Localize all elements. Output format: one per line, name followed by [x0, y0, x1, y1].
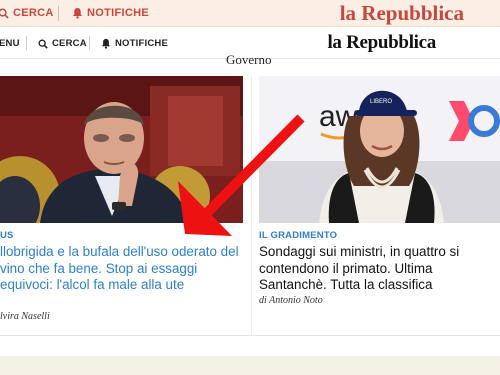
menu-button[interactable]: ENU — [0, 38, 20, 49]
search-icon — [38, 39, 48, 49]
divider — [58, 6, 59, 21]
article-author-right[interactable]: di Antonio Noto — [259, 295, 323, 306]
article-image-left[interactable] — [0, 76, 243, 223]
divider — [89, 36, 90, 50]
article-author-left[interactable]: lvira Naselli — [0, 311, 50, 322]
cap-text: LIBERO — [370, 99, 392, 105]
notifications-button[interactable]: NOTIFICHE — [101, 38, 168, 49]
article-image-right[interactable]: aws LIBERO — [259, 76, 500, 223]
ghost-search-button[interactable]: CERCA — [0, 7, 54, 19]
ghost-search-label: CERCA — [13, 7, 54, 19]
divider — [0, 335, 500, 336]
site-logo[interactable]: la Repubblica — [327, 32, 436, 54]
article-title-right[interactable]: Sondaggi sui ministri, in quattro si con… — [259, 244, 499, 294]
divider — [26, 36, 27, 50]
ghost-notifications-label: NOTIFICHE — [87, 7, 149, 19]
footer-band — [0, 356, 500, 375]
senate-photo — [0, 76, 243, 223]
article-kicker-left: US — [0, 230, 14, 241]
search-icon — [0, 8, 9, 19]
article-title-left[interactable]: llobrigida e la bufala dell'uso oderato … — [0, 244, 243, 294]
ghost-toolbar: CERCA NOTIFICHE la Repubblica — [0, 0, 500, 27]
ghost-logo[interactable]: la Repubblica — [340, 1, 464, 26]
column-divider — [251, 76, 252, 336]
conference-photo: aws LIBERO — [259, 76, 500, 223]
menu-label: ENU — [0, 38, 20, 49]
bell-icon — [101, 38, 111, 49]
article-kicker-right: IL GRADIMENTO — [259, 230, 338, 241]
search-label: CERCA — [52, 38, 87, 49]
search-button[interactable]: CERCA — [38, 38, 87, 49]
bell-icon — [72, 7, 83, 19]
section-label: Governo — [226, 52, 272, 67]
notifications-label: NOTIFICHE — [115, 38, 168, 49]
ghost-notifications-button[interactable]: NOTIFICHE — [72, 7, 149, 19]
